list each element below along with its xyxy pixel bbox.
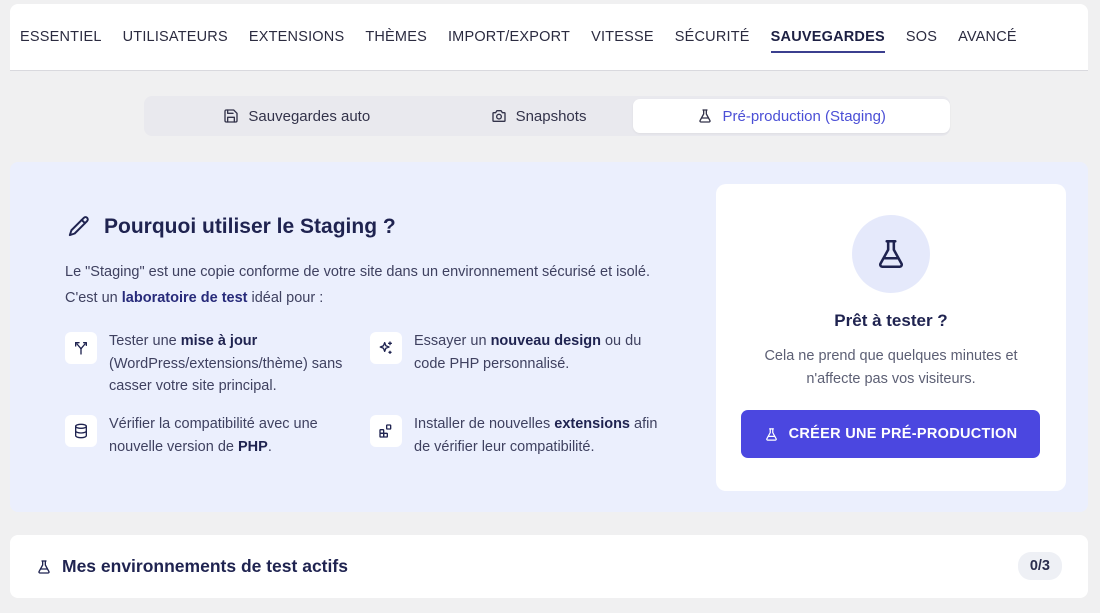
environments-count-badge: 0/3 bbox=[1017, 552, 1062, 580]
create-staging-label: CRÉER UNE PRÉ-PRODUCTION bbox=[788, 426, 1018, 442]
feature-text-bold: nouveau design bbox=[490, 333, 601, 349]
feature-text-post: (WordPress/extensions/thème) sans casser… bbox=[109, 355, 343, 395]
flask-icon bbox=[38, 559, 50, 574]
tab-staging[interactable]: Pré-production (Staging) bbox=[633, 99, 950, 133]
feature-php-compat: Vérifier la compatibilité avec une nouve… bbox=[65, 413, 365, 458]
feature-icon-box bbox=[65, 415, 97, 447]
flask-icon bbox=[765, 427, 777, 441]
nav-item-sos[interactable]: SOS bbox=[906, 4, 937, 71]
active-environments-title: Mes environnements de test actifs bbox=[62, 556, 348, 576]
feature-text-bold: mise à jour bbox=[180, 333, 258, 349]
database-icon bbox=[75, 423, 87, 439]
feature-text: Vérifier la compatibilité avec une nouve… bbox=[109, 413, 365, 458]
active-environments-section: Mes environnements de test actifs 0/3 bbox=[10, 535, 1088, 598]
tab-label: Sauvegardes auto bbox=[248, 107, 371, 125]
nav-item-vitesse[interactable]: VITESSE bbox=[591, 4, 654, 71]
feature-text-bold: PHP bbox=[237, 438, 268, 455]
feature-text: Tester une mise à jour (WordPress/extens… bbox=[109, 330, 365, 398]
why-staging-heading: Pourquoi utiliser le Staging ? bbox=[66, 214, 396, 240]
feature-text-pre: Vérifier la compatibilité avec une nouve… bbox=[109, 416, 318, 455]
feature-update-test: Tester une mise à jour (WordPress/extens… bbox=[65, 330, 365, 398]
intro-text-end: idéal pour : bbox=[247, 290, 324, 306]
staging-info-panel: Pourquoi utiliser le Staging ? Le "Stagi… bbox=[10, 162, 1088, 512]
staging-intro: Le "Staging" est une copie conforme de v… bbox=[65, 259, 655, 311]
feature-icon-box bbox=[65, 332, 97, 364]
feature-new-design: Essayer un nouveau design ou du code PHP… bbox=[370, 330, 670, 375]
pencil-icon bbox=[68, 216, 89, 237]
save-icon bbox=[224, 109, 239, 123]
tab-snapshots[interactable]: Snapshots bbox=[447, 99, 631, 133]
blocks-icon bbox=[379, 424, 392, 438]
nav-item-import-export[interactable]: IMPORT/EXPORT bbox=[448, 4, 570, 71]
flask-icon bbox=[878, 239, 904, 269]
ready-to-test-card: Prêt à tester ? Cela ne prend que quelqu… bbox=[716, 184, 1066, 491]
feature-text-bold: extensions bbox=[554, 416, 630, 432]
feature-extensions: Installer de nouvelles extensions afin d… bbox=[370, 413, 670, 458]
feature-text-pre: Installer de nouvelles bbox=[414, 416, 555, 432]
feature-text: Essayer un nouveau design ou du code PHP… bbox=[414, 330, 670, 375]
backup-subtabs: Sauvegardes auto Snapshots Pré-productio… bbox=[144, 96, 950, 136]
nav-item-essentiel[interactable]: ESSENTIEL bbox=[20, 4, 102, 71]
sparkles-icon bbox=[379, 341, 392, 354]
intro-bold-text: laboratoire de test bbox=[121, 290, 248, 306]
nav-item-securite[interactable]: SÉCURITÉ bbox=[675, 4, 750, 71]
ready-title: Prêt à tester ? bbox=[834, 311, 948, 330]
nav-item-avance[interactable]: AVANCÉ bbox=[958, 4, 1017, 71]
feature-text-pre: Essayer un bbox=[414, 333, 491, 349]
feature-text: Installer de nouvelles extensions afin d… bbox=[414, 413, 670, 458]
why-staging-title: Pourquoi utiliser le Staging ? bbox=[104, 215, 396, 238]
camera-icon bbox=[491, 110, 506, 122]
ready-description: Cela ne prend que quelques minutes et n'… bbox=[764, 348, 1018, 387]
tab-label: Pré-production (Staging) bbox=[722, 107, 886, 125]
main-nav: ESSENTIEL UTILISATEURS EXTENSIONS THÈMES… bbox=[10, 4, 1088, 71]
nav-item-utilisateurs[interactable]: UTILISATEURS bbox=[123, 4, 228, 71]
feature-text-post: . bbox=[267, 438, 272, 455]
git-branch-icon bbox=[75, 342, 87, 355]
feature-text-pre: Tester une bbox=[109, 333, 181, 349]
active-environments-heading: Mes environnements de test actifs bbox=[36, 556, 348, 577]
flask-icon bbox=[699, 109, 712, 123]
tab-sauvegardes-auto[interactable]: Sauvegardes auto bbox=[147, 99, 447, 133]
nav-item-themes[interactable]: THÈMES bbox=[365, 4, 427, 71]
feature-icon-box bbox=[370, 415, 402, 447]
feature-icon-box bbox=[370, 332, 402, 364]
tab-label: Snapshots bbox=[515, 107, 587, 125]
nav-item-extensions[interactable]: EXTENSIONS bbox=[249, 4, 344, 71]
nav-item-sauvegardes[interactable]: SAUVEGARDES bbox=[770, 4, 886, 71]
create-staging-button[interactable]: CRÉER UNE PRÉ-PRODUCTION bbox=[741, 410, 1040, 458]
ready-icon-circle bbox=[852, 215, 930, 293]
